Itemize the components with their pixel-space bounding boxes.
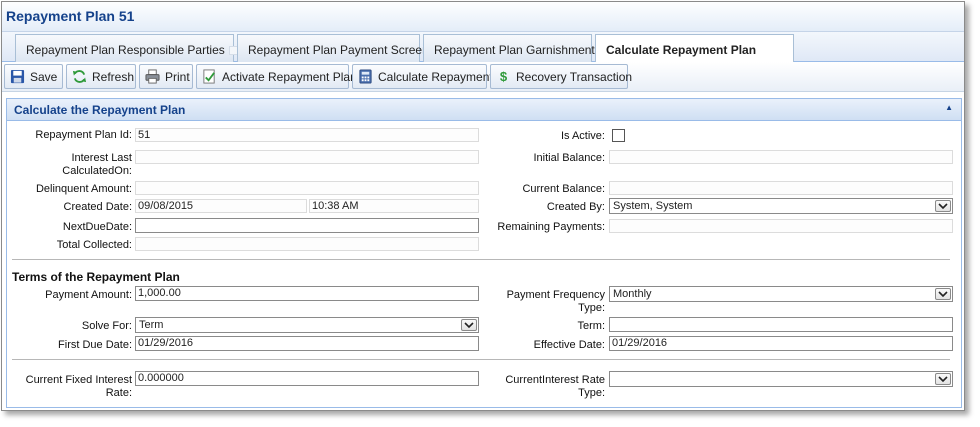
payment-amount-label: Payment Amount: [45,289,132,301]
initial-balance-field [609,150,953,164]
toolbar: Save Refresh Print Activate Repayment Pl… [2,62,964,92]
payment-frequency-value: Monthly [613,288,652,300]
created-by-dropdown[interactable] [935,200,951,212]
payment-frequency-label-line1: Payment Frequency [506,289,605,301]
activate-repayment-plan-button[interactable]: Activate Repayment Plan [196,64,357,89]
first-due-date-input[interactable]: 01/29/2016 [135,336,479,351]
delinquent-amount-label: Delinquent Amount: [35,183,132,195]
solve-for-label: Solve For: [81,320,132,332]
solve-for-select[interactable]: Term [135,317,479,333]
tab-payment-screen[interactable]: Repayment Plan Payment Screen [237,34,429,62]
tab-label: Repayment Plan Payment Screen [248,43,429,57]
repayment-plan-window: Repayment Plan 51 Repayment Plan Respons… [1,1,965,411]
current-fixed-rate-label-line1: Current Fixed Interest [25,374,132,386]
tab-responsible-parties[interactable]: Repayment Plan Responsible Parties [15,34,247,62]
window-title: Repayment Plan 51 [6,8,135,24]
tab-strip: Repayment Plan Responsible Parties Repay… [2,32,964,63]
payment-amount-input[interactable]: 1,000.00 [135,286,479,301]
refresh-label: Refresh [92,69,135,84]
tab-label: Calculate Repayment Plan [606,43,757,57]
panel-title: Calculate the Repayment Plan [14,103,186,117]
svg-text:$: $ [500,69,508,84]
divider [12,359,950,360]
current-balance-field [609,181,953,195]
remaining-payments-field [609,219,953,233]
save-icon [10,69,25,84]
current-fixed-rate-input[interactable]: 0.000000 [135,371,479,386]
current-fixed-rate-label-line2: Rate: [105,387,132,399]
created-time-field: 10:38 AM [309,199,479,213]
interest-rate-type-select[interactable] [609,371,953,387]
printer-icon [145,69,160,84]
effective-date-input[interactable]: 01/29/2016 [609,336,953,351]
term-input[interactable] [609,317,953,332]
title-bar: Repayment Plan 51 [2,2,964,32]
payment-frequency-select[interactable]: Monthly [609,286,953,302]
chevron-down-icon [938,291,948,298]
payment-frequency-label: Payment Frequency Type: [467,289,605,315]
refresh-button[interactable]: Refresh [66,64,136,89]
activate-label: Activate Repayment Plan [222,69,357,84]
current-fixed-rate-label: Current Fixed Interest Rate: [10,374,132,400]
delinquent-amount-field [135,181,479,195]
panel-header: Calculate the Repayment Plan ▲ [7,99,961,121]
created-date-label: Created Date: [63,201,132,213]
dollar-icon: $ [500,69,508,84]
calculate-label: Calculate Repayment [378,69,493,84]
interest-rate-type-dropdown[interactable] [935,373,951,385]
chevron-down-icon [938,376,948,383]
tab-calculate-repayment-plan[interactable]: Calculate Repayment Plan [595,34,794,63]
total-collected-field [135,237,479,251]
interest-rate-type-label-line2: Type: [578,387,605,399]
calculate-repayment-button[interactable]: Calculate Repayment [352,64,493,89]
recovery-transaction-button[interactable]: $ Recovery Transaction [490,64,632,89]
term-label: Term: [577,320,606,332]
divider [12,259,950,260]
is-active-checkbox[interactable] [612,129,625,142]
terms-section-title: Terms of the Repayment Plan [12,270,180,284]
interest-last-label: Interest Last CalculatedOn: [10,152,132,178]
calculate-plan-panel: Calculate the Repayment Plan ▲ Repayment… [6,98,962,408]
plan-id-field: 51 [135,128,479,142]
collapse-up-icon[interactable]: ▲ [945,103,953,112]
created-by-value: System, System [613,200,693,212]
remaining-payments-label: Remaining Payments: [497,221,605,233]
print-button[interactable]: Print [139,64,193,89]
current-balance-label: Current Balance: [522,183,605,195]
refresh-icon [72,70,87,83]
interest-last-calculated-field [135,150,479,164]
interest-rate-type-label: CurrentInterest Rate Type: [467,374,605,400]
created-date-field: 09/08/2015 [135,199,307,213]
activate-document-icon [203,69,215,84]
recovery-label: Recovery Transaction [516,69,633,84]
tab-label: Repayment Plan Garnishments [434,43,601,57]
plan-id-label: Repayment Plan Id: [35,129,132,141]
is-active-label: Is Active: [560,130,605,142]
created-by-label: Created By: [546,201,605,213]
next-due-date-label: NextDueDate: [62,221,132,233]
print-label: Print [165,69,190,84]
save-label: Save [30,69,58,84]
tab-label: Repayment Plan Responsible Parties [26,43,225,57]
solve-for-value: Term [139,319,164,331]
initial-balance-label: Initial Balance: [533,152,605,164]
interest-rate-type-label-line1: CurrentInterest Rate [505,374,605,386]
created-by-select[interactable]: System, System [609,198,953,214]
tab-garnishments[interactable]: Repayment Plan Garnishments [423,34,601,62]
total-collected-label: Total Collected: [56,239,132,251]
payment-frequency-dropdown[interactable] [935,288,951,300]
first-due-date-label: First Due Date: [58,339,132,351]
save-button[interactable]: Save [4,64,63,89]
next-due-date-input[interactable] [135,218,479,233]
payment-frequency-label-line2: Type: [578,302,605,314]
effective-date-label: Effective Date: [533,339,605,351]
calculator-icon [359,69,372,84]
interest-last-label-line1: Interest Last [71,152,132,164]
chevron-down-icon [938,203,948,210]
interest-last-label-line2: CalculatedOn: [62,165,132,177]
